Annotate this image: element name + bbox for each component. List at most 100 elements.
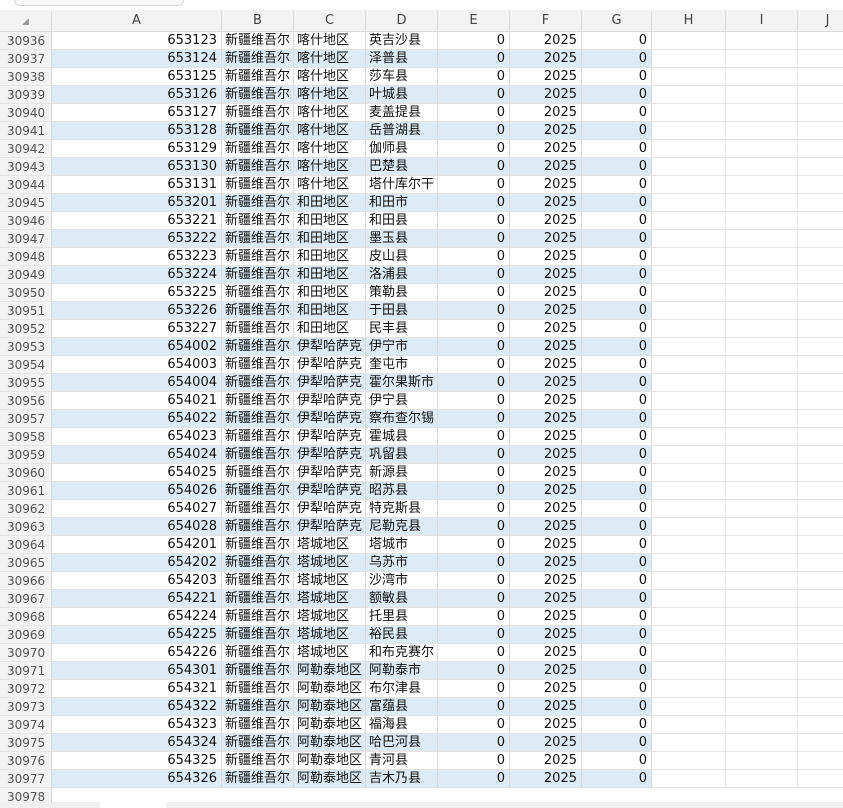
scrollbar-thumb[interactable]	[100, 802, 166, 808]
row-header[interactable]: 30959	[0, 446, 52, 464]
table-row: 30956 654021 新疆维吾尔 伊犁哈萨克 伊宁县 0 2025 0	[0, 392, 843, 410]
column-header-j[interactable]: J	[798, 10, 843, 31]
row-header[interactable]: 30948	[0, 248, 52, 266]
row-header[interactable]: 30965	[0, 554, 52, 572]
row-header[interactable]: 30966	[0, 572, 52, 590]
row-header[interactable]: 30956	[0, 392, 52, 410]
row-gridline	[52, 428, 843, 446]
table-row: 30953 654002 新疆维吾尔 伊犁哈萨克 伊宁市 0 2025 0	[0, 338, 843, 356]
row-gridline	[52, 194, 843, 212]
select-all-corner[interactable]	[0, 10, 52, 31]
row-header[interactable]: 30962	[0, 500, 52, 518]
row-header[interactable]: 30949	[0, 266, 52, 284]
column-header-a[interactable]: A	[52, 10, 222, 31]
table-row: 30944 653131 新疆维吾尔 喀什地区 塔什库尔干 0 2025 0	[0, 176, 843, 194]
row-header[interactable]: 30977	[0, 770, 52, 788]
row-gridline	[52, 230, 843, 248]
row-header[interactable]: 30969	[0, 626, 52, 644]
table-row: 30954 654003 新疆维吾尔 伊犁哈萨克 奎屯市 0 2025 0	[0, 356, 843, 374]
row-header[interactable]: 30936	[0, 32, 52, 50]
row-gridline	[52, 626, 843, 644]
row-header[interactable]: 30974	[0, 716, 52, 734]
table-row: 30947 653222 新疆维吾尔 和田地区 墨玉县 0 2025 0	[0, 230, 843, 248]
row-gridline	[52, 68, 843, 86]
row-header[interactable]: 30975	[0, 734, 52, 752]
row-header[interactable]: 30976	[0, 752, 52, 770]
table-row: 30977 654326 新疆维吾尔 阿勒泰地区 吉木乃县 0 2025 0	[0, 770, 843, 788]
row-gridline	[52, 644, 843, 662]
row-header[interactable]: 30973	[0, 698, 52, 716]
row-gridline	[52, 572, 843, 590]
table-row: 30972 654321 新疆维吾尔 阿勒泰地区 布尔津县 0 2025 0	[0, 680, 843, 698]
row-gridline	[52, 770, 843, 788]
row-gridline	[52, 338, 843, 356]
row-gridline	[52, 518, 843, 536]
row-header[interactable]: 30963	[0, 518, 52, 536]
row-header[interactable]: 30968	[0, 608, 52, 626]
row-header[interactable]: 30952	[0, 320, 52, 338]
row-header[interactable]: 30971	[0, 662, 52, 680]
select-all-triangle-icon	[22, 18, 29, 25]
column-header-h[interactable]: H	[652, 10, 726, 31]
row-gridline	[52, 554, 843, 572]
row-header[interactable]: 30945	[0, 194, 52, 212]
table-row: 30971 654301 新疆维吾尔 阿勒泰地区 阿勒泰市 0 2025 0	[0, 662, 843, 680]
row-header[interactable]: 30944	[0, 176, 52, 194]
row-header[interactable]: 30964	[0, 536, 52, 554]
table-row: 30951 653226 新疆维吾尔 和田地区 于田县 0 2025 0	[0, 302, 843, 320]
column-header-f[interactable]: F	[510, 10, 582, 31]
row-gridline	[52, 248, 843, 266]
row-header[interactable]: 30939	[0, 86, 52, 104]
row-gridline	[52, 608, 843, 626]
table-row: 30938 653125 新疆维吾尔 喀什地区 莎车县 0 2025 0	[0, 68, 843, 86]
row-header[interactable]: 30947	[0, 230, 52, 248]
row-header[interactable]: 30970	[0, 644, 52, 662]
row-header[interactable]: 30940	[0, 104, 52, 122]
row-gridline	[52, 716, 843, 734]
row-header[interactable]: 30938	[0, 68, 52, 86]
row-gridline	[52, 536, 843, 554]
table-row: 30969 654225 新疆维吾尔 塔城地区 裕民县 0 2025 0	[0, 626, 843, 644]
table-row: 30946 653221 新疆维吾尔 和田地区 和田县 0 2025 0	[0, 212, 843, 230]
row-gridline	[52, 698, 843, 716]
row-header[interactable]: 30943	[0, 158, 52, 176]
row-header[interactable]: 30954	[0, 356, 52, 374]
table-row: 30940 653127 新疆维吾尔 喀什地区 麦盖提县 0 2025 0	[0, 104, 843, 122]
row-gridline	[52, 680, 843, 698]
row-gridline	[52, 50, 843, 68]
row-header[interactable]: 30961	[0, 482, 52, 500]
row-header[interactable]: 30950	[0, 284, 52, 302]
row-header[interactable]: 30942	[0, 140, 52, 158]
table-row: 30937 653124 新疆维吾尔 喀什地区 泽普县 0 2025 0	[0, 50, 843, 68]
row-header[interactable]: 30957	[0, 410, 52, 428]
row-gridline	[52, 590, 843, 608]
row-gridline	[52, 374, 843, 392]
row-header[interactable]: 30941	[0, 122, 52, 140]
column-header-e[interactable]: E	[438, 10, 510, 31]
row-gridline	[52, 410, 843, 428]
column-header-i[interactable]: I	[726, 10, 798, 31]
horizontal-scrollbar[interactable]	[0, 802, 843, 808]
row-header[interactable]: 30953	[0, 338, 52, 356]
table-row: 30939 653126 新疆维吾尔 喀什地区 叶城县 0 2025 0	[0, 86, 843, 104]
row-header[interactable]: 30955	[0, 374, 52, 392]
row-gridline	[52, 356, 843, 374]
table-row: 30976 654325 新疆维吾尔 阿勒泰地区 青河县 0 2025 0	[0, 752, 843, 770]
row-gridline	[52, 104, 843, 122]
table-row: 30967 654221 新疆维吾尔 塔城地区 额敏县 0 2025 0	[0, 590, 843, 608]
row-header[interactable]: 30958	[0, 428, 52, 446]
column-header-d[interactable]: D	[366, 10, 438, 31]
row-header[interactable]: 30937	[0, 50, 52, 68]
row-header[interactable]: 30951	[0, 302, 52, 320]
column-header-g[interactable]: G	[582, 10, 652, 31]
row-gridline	[52, 86, 843, 104]
table-row: 30949 653224 新疆维吾尔 和田地区 洛浦县 0 2025 0	[0, 266, 843, 284]
row-header[interactable]: 30972	[0, 680, 52, 698]
column-header-b[interactable]: B	[222, 10, 294, 31]
row-gridline	[52, 464, 843, 482]
column-header-c[interactable]: C	[294, 10, 366, 31]
row-header[interactable]: 30960	[0, 464, 52, 482]
row-header[interactable]: 30946	[0, 212, 52, 230]
row-gridline	[52, 212, 843, 230]
row-header[interactable]: 30967	[0, 590, 52, 608]
